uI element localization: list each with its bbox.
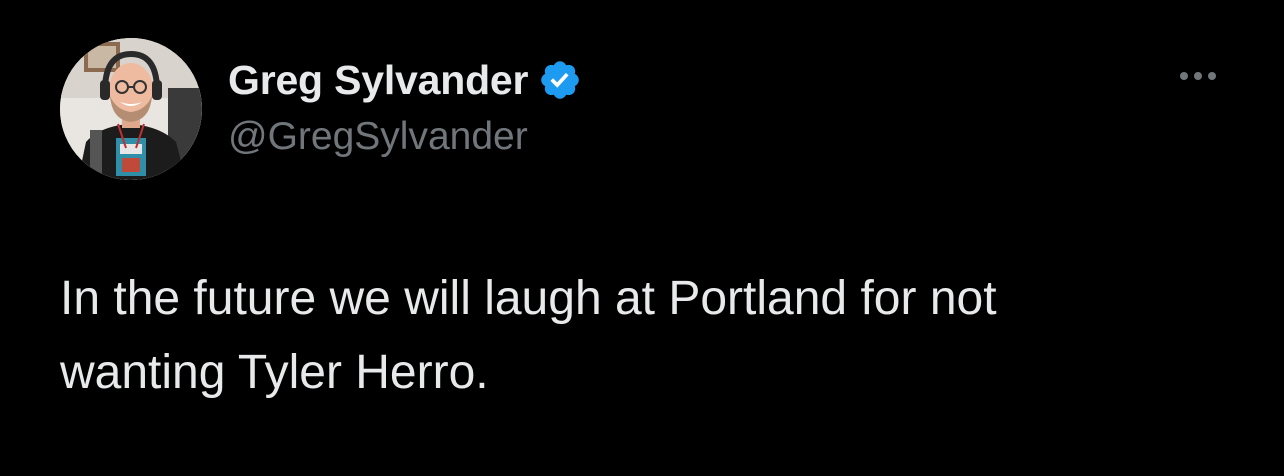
author-handle[interactable]: @GregSylvander (228, 115, 528, 159)
tweet-text-line-1: In the future we will laugh at Portland … (60, 272, 997, 325)
avatar[interactable] (60, 38, 202, 180)
tweet-text: In the future we will laugh at Portland … (60, 262, 1220, 410)
verified-badge-icon[interactable] (538, 58, 582, 102)
tweet-card: Greg Sylvander @GregSylvander In the fut… (0, 0, 1284, 476)
author-display-name[interactable]: Greg Sylvander (228, 57, 528, 104)
more-horizontal-icon[interactable] (1174, 62, 1222, 90)
author-name-row: Greg Sylvander (228, 56, 582, 104)
avatar-image (60, 38, 202, 180)
tweet-text-line-2: wanting Tyler Herro. (60, 346, 489, 399)
